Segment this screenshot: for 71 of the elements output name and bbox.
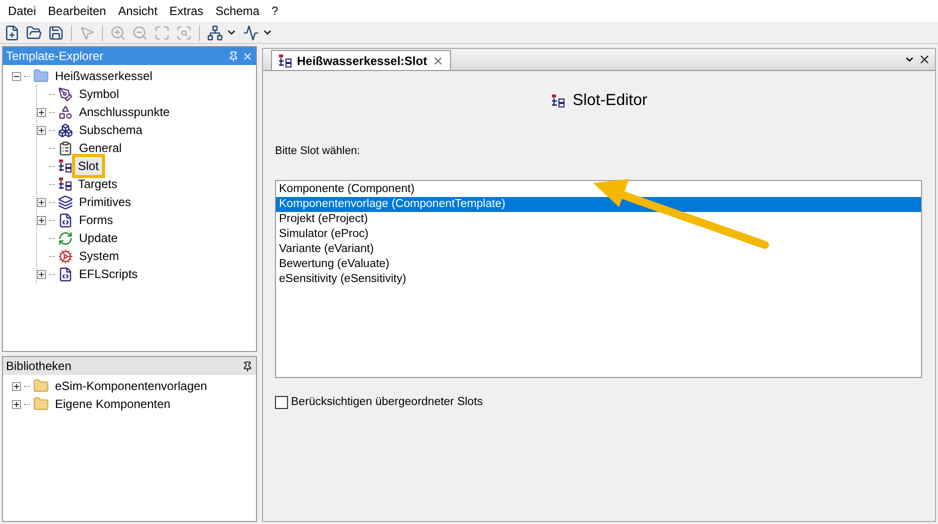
menu-item[interactable]: Ansicht [112,2,164,20]
tree-item[interactable]: System [76,247,122,265]
tree-item[interactable]: Update [76,229,121,247]
tree-item[interactable]: Eigene Komponenten [52,395,174,413]
tree-item[interactable]: Forms [76,211,116,229]
script-file-icon [58,212,73,228]
new-file-icon [4,24,20,40]
list-item[interactable]: eSensitivity (eSensitivity) [276,272,921,286]
expand-toggle[interactable] [37,198,46,206]
pen-icon [58,86,73,102]
checkbox[interactable] [275,396,288,409]
list-item[interactable]: Simulator (eProc) [276,226,921,242]
wave-icon [243,24,259,40]
tree-item[interactable]: Targets [75,175,120,193]
zoom-area-icon [176,24,192,40]
expand-toggle[interactable] [37,270,46,278]
fit-icon [154,24,170,40]
tree-item[interactable]: Slot [75,157,102,175]
expand-toggle[interactable] [37,108,46,116]
checkbox-label: Berücksichtigen übergeordneter Slots [291,394,483,410]
toolbar-button[interactable] [3,22,21,42]
slot-icon [278,54,292,68]
collapse-toggle[interactable] [12,72,21,80]
prompt-label: Bitte Slot wählen: [275,144,361,159]
document-tab[interactable]: Heißwasserkessel:Slot [271,50,452,70]
pointer-icon [79,24,95,40]
folder-icon [33,68,49,84]
expand-toggle[interactable] [37,216,46,224]
menu-item[interactable]: Extras [163,2,210,20]
folder-icon [33,396,49,412]
expand-toggle[interactable] [12,382,21,390]
tree-item[interactable]: EFLScripts [76,265,141,283]
close-icon[interactable] [918,53,931,66]
tree-item[interactable]: General [76,139,125,157]
panel-title: Bibliotheken [6,358,72,375]
gear-icon [58,248,73,264]
script-file-icon [58,266,73,282]
editor-title: Slot-Editor [572,91,648,111]
list-item[interactable]: Projekt (eProject) [276,212,921,226]
slot-icon [58,159,72,173]
zoom-out-icon [132,24,148,40]
panel-title: Template-Explorer [6,48,104,65]
menu-item[interactable]: Bearbeiten [42,2,112,20]
tree-item[interactable]: Primitives [76,193,134,211]
zoom-in-icon [110,24,126,40]
folder-icon [33,378,49,394]
toolbar-button[interactable] [242,22,274,42]
list-item[interactable]: Bewertung (eValuate) [276,256,921,272]
toolbar-button[interactable] [206,22,238,42]
tree-item[interactable]: Subschema [76,121,146,139]
menu-item[interactable]: Datei [2,2,42,20]
list-item[interactable]: Komponente (Component) [276,182,921,196]
slot-icon [58,177,72,191]
layers-icon [58,194,73,210]
list-item[interactable]: Variante (eVariant) [276,242,921,256]
menu-item[interactable]: Schema [209,2,266,20]
tree-item[interactable]: Symbol [76,85,122,103]
tree-item[interactable]: eSim-Komponentenvorlagen [52,377,210,395]
tree-item[interactable]: Heißwasserkessel [52,67,156,85]
open-folder-icon [26,24,42,40]
diagram-icon [207,24,223,40]
blocks-icon [58,122,73,138]
clipboard-icon [58,140,73,156]
menu-item[interactable]: ? [265,2,284,20]
tree-item[interactable]: Anschlusspunkte [76,103,173,121]
slot-icon [550,94,565,108]
expand-toggle[interactable] [12,400,21,408]
pin-icon[interactable] [242,360,253,372]
expand-toggle[interactable] [37,126,46,134]
refresh-icon [58,230,73,246]
list-item[interactable]: Komponentenvorlage (ComponentTemplate) [276,196,921,212]
